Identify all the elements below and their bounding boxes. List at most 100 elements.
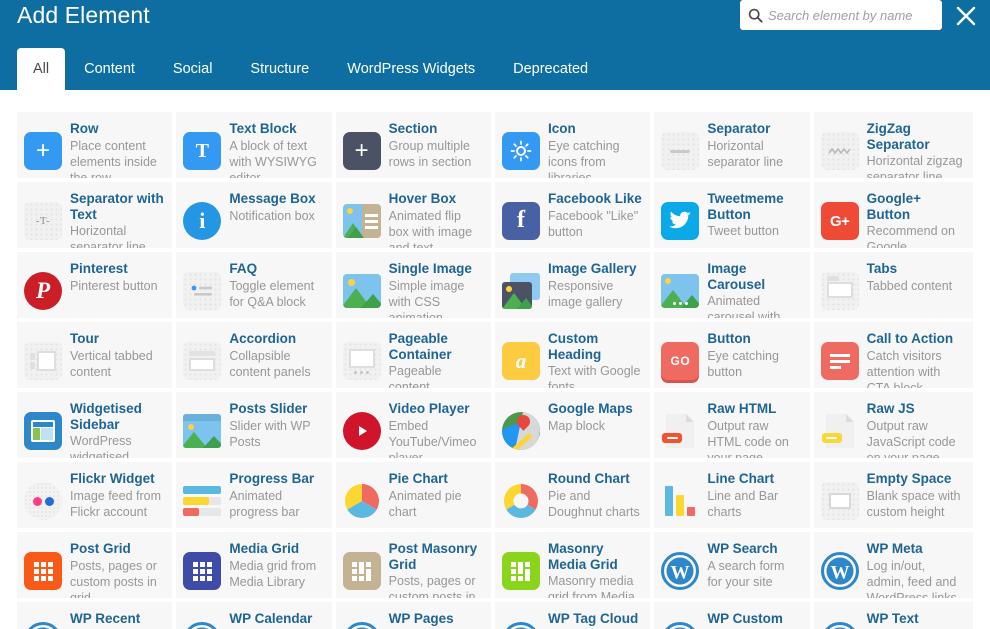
tab-all[interactable]: All <box>17 48 66 90</box>
element-card[interactable]: Masonry Media Grid Masonry media grid fro… <box>494 532 655 602</box>
element-card-title: Widgetised Sidebar <box>70 401 142 432</box>
element-card-text: Separator Horizontal separator line <box>707 120 801 170</box>
image-carousel-icon <box>661 272 700 310</box>
element-card[interactable]: ZigZag Separator Horizontal zigzag separa… <box>813 112 973 182</box>
element-card[interactable]: FAQ Toggle element for Q&A block <box>176 252 336 322</box>
element-card[interactable]: W WP Custom Menu <box>654 602 814 629</box>
element-card-description: Animated carousel with images <box>707 294 781 322</box>
element-card-title: Tweetmeme Button <box>707 191 784 222</box>
element-card[interactable]: Raw HTML Output raw HTML code on your pag… <box>654 392 814 462</box>
element-card[interactable]: a Custom Heading Text with Google fonts <box>494 322 655 392</box>
image-icon <box>342 272 381 310</box>
element-card-text: Raw JS Output raw JavaScript code on your… <box>867 400 965 458</box>
element-card-text: Image CarouselAnimated carousel with ima… <box>707 260 801 322</box>
tab-deprecated[interactable]: Deprecated <box>494 48 607 90</box>
post-masonry-grid-icon <box>342 552 381 590</box>
element-card[interactable]: W WP Text <box>813 602 973 629</box>
element-card[interactable]: Video Player Embed YouTube/Vimeo player <box>335 392 495 462</box>
wordpress-icon: W <box>24 622 62 629</box>
element-card[interactable]: T Text Block A block of text with WYSIWYG … <box>176 112 336 182</box>
cta-icon <box>820 342 859 380</box>
element-card-title: Line Chart <box>707 471 775 486</box>
element-card[interactable]: Round Chart Pie and Doughnut charts <box>494 462 655 532</box>
element-card[interactable]: W WP Tag Cloud <box>494 602 655 629</box>
element-card[interactable]: Hover Box Animated flip box with image an… <box>335 182 495 252</box>
element-card[interactable]: Media Grid Media grid from Media Library <box>176 532 336 602</box>
modal-header: Add Element AllContentSocialStructureWor… <box>0 0 990 90</box>
close-button[interactable] <box>952 2 980 30</box>
element-card[interactable]: Pie Chart Animated pie chart <box>335 462 495 532</box>
element-card[interactable]: W WP Meta Log in/out, admin, feed and Word… <box>813 532 973 602</box>
tab-structure[interactable]: Structure <box>231 48 328 90</box>
doughnut-chart-icon <box>502 482 540 520</box>
search-box[interactable] <box>740 0 946 30</box>
element-card-title: ZigZag Separator <box>866 121 930 152</box>
element-card[interactable]: W WP Pages <box>335 602 495 629</box>
element-card-description: Place content elements inside the row <box>70 138 157 182</box>
element-card[interactable]: Icon Eye catching icons from libraries <box>494 112 655 182</box>
element-card[interactable]: Widgetised SidebarWordPress widgetised s… <box>17 392 177 462</box>
element-card[interactable]: W WP Calendar <box>176 602 336 629</box>
element-card-text: Row Place content elements inside the row <box>70 120 164 182</box>
element-card-title: FAQ <box>229 261 258 276</box>
element-card[interactable]: + Section Group multiple rows in section <box>335 112 495 182</box>
element-card[interactable]: i Message Box Notification box <box>176 182 336 252</box>
element-card[interactable]: Pageable ContainerPageable content conta… <box>335 322 495 392</box>
element-card-title: Custom Heading <box>547 331 602 362</box>
element-card-text: ZigZag Separator Horizontal zigzag separa… <box>866 120 965 178</box>
search-input[interactable] <box>768 2 946 28</box>
element-card-description: Vertical tabbed content <box>70 348 153 379</box>
element-card[interactable]: Tweetmeme Button Tweet button <box>654 182 814 252</box>
element-card-title: Facebook Like <box>547 191 642 206</box>
element-card[interactable]: Progress Bar Animated progress bar <box>176 462 336 532</box>
tab-wordpress-widgets[interactable]: WordPress Widgets <box>328 48 494 90</box>
element-card-text: Widgetised SidebarWordPress widgetised s… <box>70 400 164 458</box>
tab-social[interactable]: Social <box>154 48 232 90</box>
element-card-description: Posts, pages or custom posts in masonry … <box>388 574 476 602</box>
element-card[interactable]: W WP Search A search form for your site <box>654 532 814 602</box>
element-card[interactable]: Accordion Collapsible content panels <box>176 322 336 392</box>
element-card-description: Tweet button <box>707 224 779 238</box>
element-card[interactable]: + Row Place content elements inside the ro… <box>17 112 177 182</box>
element-card-description: Group multiple rows in section <box>388 138 472 169</box>
element-card-text: Text Block A block of text with WYSIWYG e… <box>229 120 323 178</box>
google-plus-icon: G+ <box>820 202 859 240</box>
element-card[interactable]: -T- Separator with Text Horizontal separat… <box>17 182 177 252</box>
element-card-description: Toggle element for Q&A block <box>229 278 315 309</box>
element-card-description: Recommend on Google <box>866 224 955 252</box>
element-card[interactable]: Post Masonry Grid Posts, pages or custom … <box>335 532 495 602</box>
progress-bar-icon <box>183 482 222 520</box>
tab-content[interactable]: Content <box>65 48 154 90</box>
accordion-icon <box>183 342 222 380</box>
element-card[interactable]: Single Image Simple image with CSS animat… <box>335 252 495 322</box>
bar-chart-icon <box>661 482 699 520</box>
element-card[interactable]: Tabs Tabbed content <box>813 252 973 322</box>
element-card-title: Raw HTML <box>707 401 777 416</box>
element-card[interactable]: Separator Horizontal separator line <box>654 112 814 182</box>
element-card[interactable]: Post Grid Posts, pages or custom posts in… <box>17 532 177 602</box>
element-card[interactable]: Image CarouselAnimated carousel with ima… <box>654 252 814 322</box>
element-card[interactable]: Call to Action Catch visitors attention w… <box>813 322 973 392</box>
element-card[interactable]: G+ Google+ Button Recommend on Google <box>813 182 973 252</box>
plus-square-dark-icon: + <box>342 132 381 170</box>
element-card-description: Animated progress bar <box>229 488 300 519</box>
element-card-title: Message Box <box>229 191 316 206</box>
element-card[interactable]: Posts Slider Slider with WP Posts <box>176 392 336 462</box>
element-card-description: Blank space with custom height <box>866 488 961 519</box>
element-card[interactable]: GO Button Eye catching button <box>654 322 814 392</box>
element-card[interactable]: Google Maps Map block <box>494 392 655 462</box>
element-card[interactable]: Flickr Widget Image feed from Flickr acco… <box>17 462 177 532</box>
element-card[interactable]: Empty Space Blank space with custom heigh… <box>813 462 973 532</box>
element-card-title: Round Chart <box>547 471 630 486</box>
element-card-title: WP Text <box>866 611 919 626</box>
element-card[interactable]: f Facebook Like Facebook "Like" button <box>494 182 655 252</box>
element-card[interactable]: P Pinterest Pinterest button <box>17 252 177 322</box>
element-card-title: Masonry Media Grid <box>547 541 618 572</box>
element-card[interactable]: W WP Recent <box>17 602 177 629</box>
element-card[interactable]: Image Gallery Responsive image gallery <box>494 252 655 322</box>
sun-square-blue-icon <box>501 132 540 170</box>
element-card[interactable]: Raw JS Output raw JavaScript code on your… <box>813 392 973 462</box>
tabs-icon <box>820 272 859 310</box>
element-card[interactable]: Tour Vertical tabbed content <box>17 322 177 392</box>
element-card[interactable]: Line Chart Line and Bar charts <box>654 462 814 532</box>
